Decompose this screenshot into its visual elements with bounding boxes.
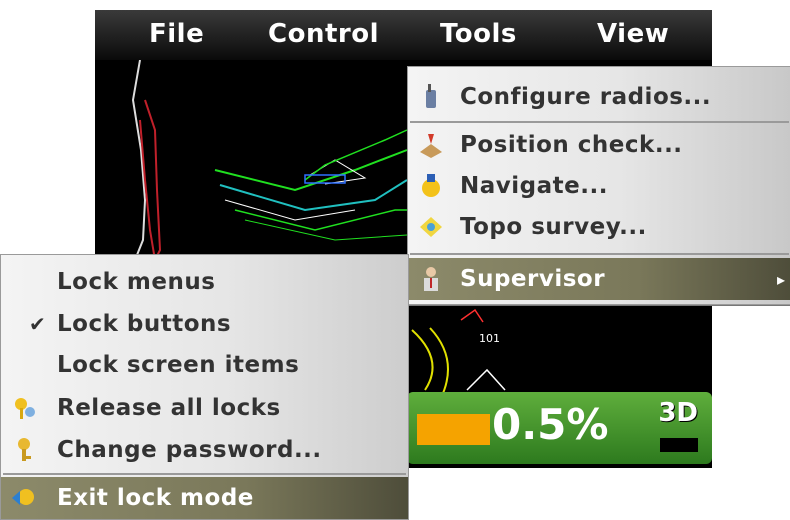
status-indicator (660, 438, 698, 452)
lock-submenu: Lock menus ✔ Lock buttons Lock screen it… (0, 254, 409, 520)
menu-item-label: Exit lock mode (57, 485, 254, 511)
topo-survey-icon (418, 214, 444, 240)
menu-item-lock-screen-items[interactable]: Lock screen items (1, 344, 408, 386)
supervisor-icon (418, 266, 444, 292)
precision-bar (417, 414, 490, 445)
menu-item-position-check[interactable]: Position check... (408, 125, 790, 165)
menu-divider (410, 121, 789, 123)
point-label: 101 (479, 332, 500, 345)
menu-item-label: Change password... (57, 437, 322, 463)
menu-control[interactable]: Control (268, 19, 379, 49)
status-panel: 0.5% 3D (407, 392, 712, 464)
menu-item-label: Navigate... (460, 173, 608, 199)
checkmark-icon: ✔ (29, 312, 46, 336)
menu-item-lock-menus[interactable]: Lock menus (1, 261, 408, 303)
submenu-arrow-icon: ▸ (776, 269, 785, 289)
menu-item-label: Lock screen items (57, 352, 300, 378)
menu-item-supervisor[interactable]: Supervisor ▸ (408, 258, 790, 300)
menu-item-label: Lock menus (57, 269, 216, 295)
menu-item-lock-buttons[interactable]: ✔ Lock buttons (1, 303, 408, 345)
radio-icon (418, 84, 444, 110)
menu-item-exit-lock-mode[interactable]: Exit lock mode (1, 477, 408, 519)
menu-item-change-password[interactable]: Change password... (1, 429, 408, 471)
key-icon (11, 437, 37, 463)
position-check-icon (418, 132, 444, 158)
menu-item-topo-survey[interactable]: Topo survey... (408, 207, 790, 247)
menu-bar: File Control Tools View (95, 10, 712, 60)
menu-view[interactable]: View (597, 19, 669, 49)
menu-item-label: Configure radios... (460, 84, 712, 110)
menu-item-label: Lock buttons (57, 311, 232, 337)
menu-file[interactable]: File (149, 19, 204, 49)
menu-divider (410, 253, 789, 255)
tools-dropdown: Configure radios... Position check... Na… (407, 66, 790, 305)
menu-divider (3, 473, 406, 475)
release-locks-icon (11, 395, 37, 421)
menu-item-label: Release all locks (57, 395, 281, 421)
menu-item-label: Supervisor (460, 266, 606, 292)
navigate-icon (418, 173, 444, 199)
menu-item-navigate[interactable]: Navigate... (408, 166, 790, 206)
fix-mode-badge: 3D (658, 398, 698, 428)
exit-lock-icon (11, 485, 37, 511)
menu-item-release-all-locks[interactable]: Release all locks (1, 387, 408, 429)
menu-tools[interactable]: Tools (440, 19, 517, 49)
precision-value: 0.5% (492, 400, 609, 449)
menu-item-label: Topo survey... (460, 214, 647, 240)
menu-item-configure-radios[interactable]: Configure radios... (408, 77, 790, 117)
menu-item-label: Position check... (460, 132, 683, 158)
